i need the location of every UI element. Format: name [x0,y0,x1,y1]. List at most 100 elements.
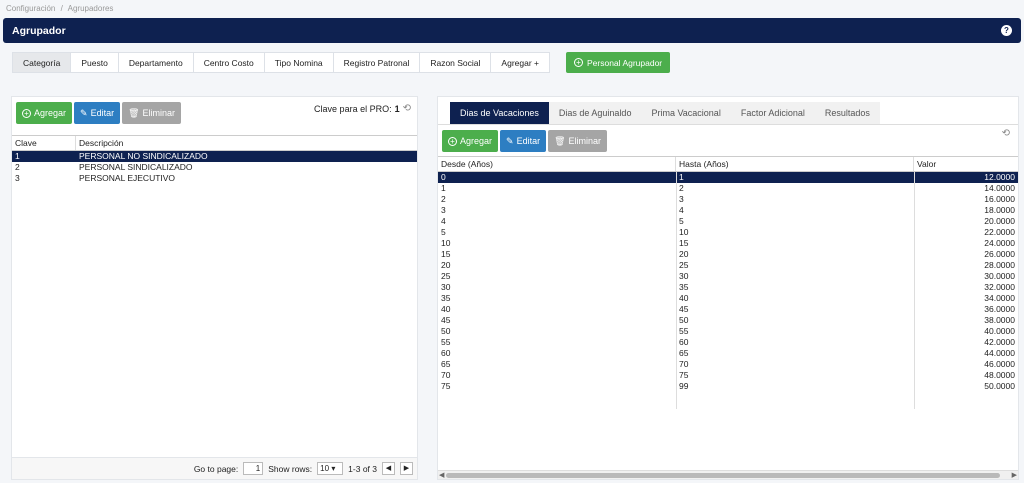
refresh-icon[interactable]: ⟲ [403,103,411,114]
table-row[interactable]: 5 10 22.0000 [438,227,1018,238]
tab-categoria[interactable]: Categoría [12,52,72,73]
table-row[interactable]: 40 45 36.0000 [438,304,1018,315]
cell-valor: 14.0000 [984,183,1015,193]
refresh-icon[interactable]: ⟲ [1002,128,1010,139]
table-row[interactable]: 15 20 26.0000 [438,249,1018,260]
grouping-tabs: Categoría Puesto Departamento Centro Cos… [12,52,550,73]
cell-valor: 44.0000 [984,348,1015,358]
tab-prima-vacacional[interactable]: Prima Vacacional [641,102,731,124]
cell-valor: 22.0000 [984,227,1015,237]
cell-valor: 16.0000 [984,194,1015,204]
table-row[interactable]: 50 55 40.0000 [438,326,1018,337]
edit-button[interactable]: ✎ Editar [500,130,547,152]
breadcrumb-separator: / [60,4,63,13]
scroll-right-icon[interactable]: ▶ [1012,471,1017,479]
scroll-left-icon[interactable]: ◀ [439,471,444,479]
tab-tipo-nomina[interactable]: Tipo Nomina [264,52,334,73]
horizontal-scrollbar[interactable]: ◀ ▶ [438,470,1018,479]
table-row[interactable]: 65 70 46.0000 [438,359,1018,370]
tab-agregar[interactable]: Agregar + [491,52,550,73]
table-row[interactable]: 3 4 18.0000 [438,205,1018,216]
cell-hasta: 65 [679,348,689,358]
cell-desde: 2 [441,194,446,204]
add-button[interactable]: + Agregar [442,130,499,152]
cell-hasta: 70 [679,359,689,369]
table-row[interactable]: 20 25 28.0000 [438,260,1018,271]
cell-hasta: 15 [679,238,689,248]
delete-button[interactable]: 🗑 Eliminar [122,102,182,124]
grid-header: Desde (Años) Hasta (Años) Valor [438,156,1018,172]
category-panel: + Agregar ✎ Editar 🗑 Eliminar Clave para… [11,96,418,480]
table-row[interactable]: 1 2 14.0000 [438,183,1018,194]
tabs-divider [438,124,1018,125]
personal-agrupador-button[interactable]: + Personal Agrupador [566,52,671,73]
page-input[interactable]: 1 [243,462,264,475]
delete-button[interactable]: 🗑 Eliminar [548,130,608,152]
table-row[interactable]: 45 50 38.0000 [438,315,1018,326]
left-toolbar: + Agregar ✎ Editar 🗑 Eliminar [16,102,182,124]
table-row[interactable]: 60 65 44.0000 [438,348,1018,359]
edit-icon: ✎ [506,135,514,146]
tab-registro-patronal[interactable]: Registro Patronal [333,52,421,73]
table-row[interactable]: 0 1 12.0000 [438,172,1018,183]
cell-valor: 50.0000 [984,381,1015,391]
column-header[interactable]: Valor [914,157,1018,171]
cell-clave: 3 [15,173,20,183]
delete-label: Eliminar [568,136,602,146]
add-button[interactable]: + Agregar [16,102,73,124]
chevron-down-icon: ▾ [331,464,336,473]
table-row[interactable]: 10 15 24.0000 [438,238,1018,249]
column-header[interactable]: Clave [12,136,76,150]
right-toolbar: + Agregar ✎ Editar 🗑 Eliminar [442,130,608,152]
cell-valor: 36.0000 [984,304,1015,314]
cell-desde: 15 [441,249,451,259]
table-row[interactable]: 25 30 30.0000 [438,271,1018,282]
column-header[interactable]: Descripción [76,136,417,150]
cell-desde: 5 [441,227,446,237]
tab-departamento[interactable]: Departamento [118,52,194,73]
cell-valor: 42.0000 [984,337,1015,347]
cell-hasta: 40 [679,293,689,303]
cell-desde: 1 [441,183,446,193]
table-row[interactable]: 75 99 50.0000 [438,381,1018,392]
column-header[interactable]: Hasta (Años) [676,157,914,171]
cell-hasta: 2 [679,183,684,193]
table-row[interactable]: 55 60 42.0000 [438,337,1018,348]
table-row[interactable]: 2 3 16.0000 [438,194,1018,205]
table-row[interactable]: 4 5 20.0000 [438,216,1018,227]
table-row[interactable]: 3 PERSONAL EJECUTIVO [12,173,417,184]
plus-circle-icon: + [22,108,31,118]
cell-desde: 3 [441,205,446,215]
cell-desde: 30 [441,282,451,292]
table-row[interactable]: 30 35 32.0000 [438,282,1018,293]
show-rows-label: Show rows: [268,463,313,474]
table-row[interactable]: 70 75 48.0000 [438,370,1018,381]
tab-puesto[interactable]: Puesto [71,52,119,73]
column-header[interactable]: Desde (Años) [438,157,676,171]
cell-desde: 65 [441,359,451,369]
cell-descripcion: PERSONAL EJECUTIVO [79,173,176,183]
cell-hasta: 20 [679,249,689,259]
tab-razon-social[interactable]: Razon Social [420,52,492,73]
table-row[interactable]: 1 PERSONAL NO SINDICALIZADO [12,151,417,162]
tab-dias-aguinaldo[interactable]: Dias de Aguinaldo [548,102,642,124]
edit-button[interactable]: ✎ Editar [74,102,121,124]
scrollbar-thumb[interactable] [446,473,1000,478]
cell-desde: 45 [441,315,451,325]
next-page-icon[interactable]: ▶ [400,462,413,475]
page-range: 1-3 of 3 [348,463,377,474]
cell-hasta: 3 [679,194,684,204]
cell-hasta: 75 [679,370,689,380]
tab-factor-adicional[interactable]: Factor Adicional [730,102,815,124]
table-row[interactable]: 35 40 34.0000 [438,293,1018,304]
tab-dias-vacaciones[interactable]: Dias de Vacaciones [450,102,549,124]
breadcrumb-item[interactable]: Configuración [6,4,55,13]
cell-valor: 28.0000 [984,260,1015,270]
rows-select[interactable]: 10 ▾ [317,462,344,475]
tab-centro-costo[interactable]: Centro Costo [193,52,265,73]
tab-resultados[interactable]: Resultados [814,102,880,124]
help-icon[interactable]: ? [1001,25,1012,36]
table-row[interactable]: 2 PERSONAL SINDICALIZADO [12,162,417,173]
cell-hasta: 25 [679,260,689,270]
prev-page-icon[interactable]: ◀ [382,462,395,475]
